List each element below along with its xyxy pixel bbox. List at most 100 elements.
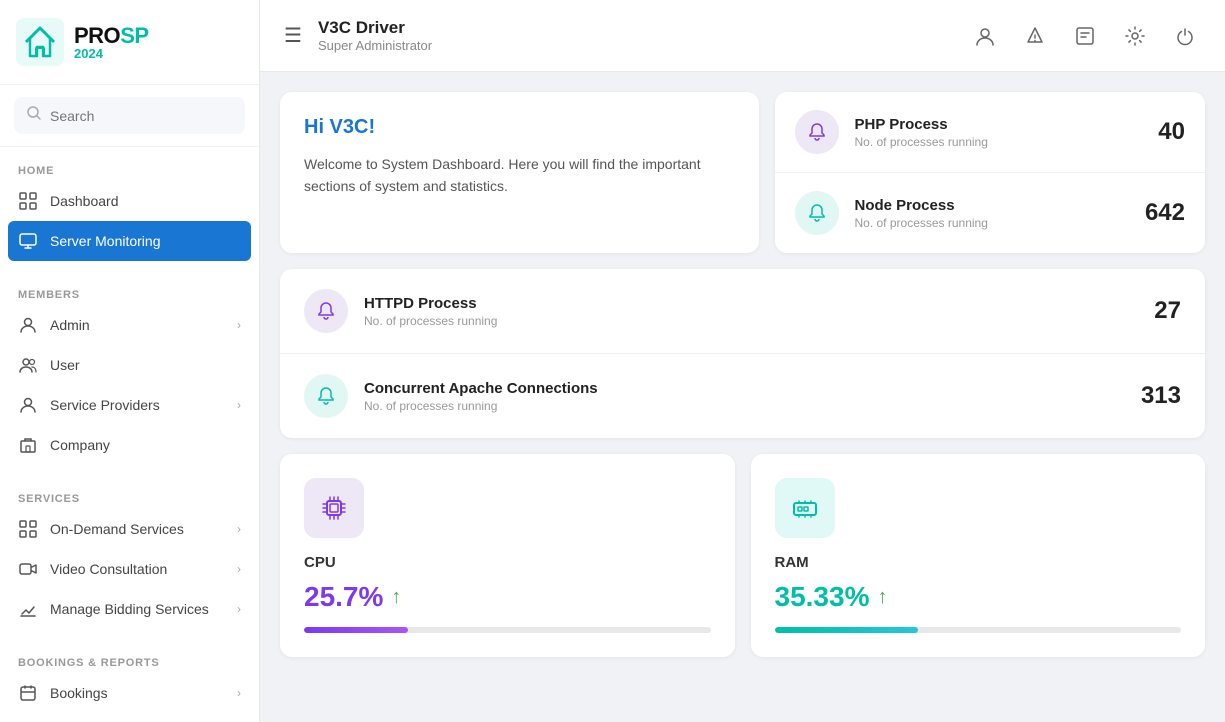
search-wrapper	[0, 85, 259, 147]
sidebar-item-on-demand-services[interactable]: On-Demand Services ›	[0, 509, 259, 549]
ram-icon	[790, 493, 820, 523]
row-1: Hi V3C! Welcome to System Dashboard. Her…	[280, 92, 1205, 253]
brand-name: PROSP	[74, 25, 149, 47]
ram-value: 35.33% ↑	[775, 581, 1182, 613]
sidebar: PROSP 2024 HOME Dashboard Server Monitor…	[0, 0, 260, 722]
ram-arrow-icon: ↑	[877, 586, 887, 609]
ram-card: RAM 35.33% ↑	[751, 454, 1206, 657]
manage-bidding-label: Manage Bidding Services	[50, 601, 225, 617]
topbar: ☰ V3C Driver Super Administrator	[260, 0, 1225, 72]
php-count: 40	[1158, 118, 1185, 146]
bookings-chevron: ›	[237, 686, 241, 700]
bell-httpd-icon	[315, 300, 337, 322]
section-label-members: MEMBERS	[0, 281, 259, 305]
section-label-services: SERVICES	[0, 485, 259, 509]
apache-count: 313	[1141, 382, 1181, 410]
calendar-icon	[18, 683, 38, 703]
ram-icon-wrap	[775, 478, 835, 538]
cpu-progress-wrap	[304, 627, 711, 633]
sidebar-item-video-consultation[interactable]: Video Consultation ›	[0, 549, 259, 589]
search-icon	[26, 105, 42, 126]
logo: PROSP 2024	[0, 0, 259, 85]
sidebar-item-server-monitoring[interactable]: Server Monitoring	[8, 221, 251, 261]
notes-icon-btn[interactable]	[1069, 20, 1101, 52]
section-label-bookings: BOOKINGS & REPORTS	[0, 649, 259, 673]
php-icon-wrap	[795, 110, 839, 154]
node-sub: No. of processes running	[855, 216, 1129, 230]
power-icon-btn[interactable]	[1169, 20, 1201, 52]
httpd-count: 27	[1154, 297, 1181, 325]
video-icon	[18, 559, 38, 579]
person-icon	[18, 315, 38, 335]
nav-section-services: SERVICES On-Demand Services › Video Cons…	[0, 475, 259, 639]
bid-icon	[18, 599, 38, 619]
welcome-greeting: Hi V3C!	[304, 116, 735, 139]
bell-teal-icon	[806, 202, 828, 224]
node-icon-wrap	[795, 191, 839, 235]
php-sub: No. of processes running	[855, 135, 1143, 149]
processes-card: PHP Process No. of processes running 40 …	[775, 92, 1206, 253]
sidebar-item-admin[interactable]: Admin ›	[0, 305, 259, 345]
topbar-icons	[969, 20, 1201, 52]
ram-progress-wrap	[775, 627, 1182, 633]
company-label: Company	[50, 437, 241, 453]
alert-icon-btn[interactable]	[1019, 20, 1051, 52]
cpu-value: 25.7% ↑	[304, 581, 711, 613]
welcome-message: Welcome to System Dashboard. Here you wi…	[304, 153, 735, 198]
monitor-icon	[18, 231, 38, 251]
service-providers-label: Service Providers	[50, 397, 225, 413]
cpu-arrow-icon: ↑	[391, 586, 401, 609]
node-process-item: Node Process No. of processes running 64…	[775, 173, 1206, 253]
admin-label: Admin	[50, 317, 225, 333]
sidebar-item-user[interactable]: User	[0, 345, 259, 385]
grid-icon	[18, 191, 38, 211]
nav-section-bookings: BOOKINGS & REPORTS Bookings ›	[0, 639, 259, 722]
node-count: 642	[1145, 199, 1185, 227]
logo-text: PROSP 2024	[74, 25, 149, 60]
sidebar-item-manage-bidding[interactable]: Manage Bidding Services ›	[0, 589, 259, 629]
apache-process-info: Concurrent Apache Connections No. of pro…	[364, 380, 1125, 413]
main-area: ☰ V3C Driver Super Administrator	[260, 0, 1225, 722]
video-chevron: ›	[237, 562, 241, 576]
group-icon	[18, 355, 38, 375]
nav-section-home: HOME Dashboard Server Monitoring	[0, 147, 259, 271]
httpd-process-item: HTTPD Process No. of processes running 2…	[280, 269, 1205, 354]
topbar-title: V3C Driver Super Administrator	[318, 18, 432, 53]
apache-label: Concurrent Apache Connections	[364, 380, 1125, 397]
sidebar-item-company[interactable]: Company	[0, 425, 259, 465]
ram-progress-bar	[775, 627, 919, 633]
video-consultation-label: Video Consultation	[50, 561, 225, 577]
welcome-card: Hi V3C! Welcome to System Dashboard. Her…	[280, 92, 759, 253]
sidebar-item-service-providers[interactable]: Service Providers ›	[0, 385, 259, 425]
on-demand-label: On-Demand Services	[50, 521, 225, 537]
cpu-label: CPU	[304, 554, 711, 571]
hamburger-icon[interactable]: ☰	[284, 23, 302, 48]
php-label: PHP Process	[855, 116, 1143, 133]
content-area: Hi V3C! Welcome to System Dashboard. Her…	[260, 72, 1225, 722]
sidebar-item-bookings[interactable]: Bookings ›	[0, 673, 259, 713]
cpu-percent: 25.7%	[304, 581, 383, 613]
dashboard-label: Dashboard	[50, 193, 241, 209]
admin-chevron: ›	[237, 318, 241, 332]
apps-icon	[18, 519, 38, 539]
bookings-label: Bookings	[50, 685, 225, 701]
sidebar-item-dashboard[interactable]: Dashboard	[0, 181, 259, 221]
apache-sub: No. of processes running	[364, 399, 1125, 413]
search-input[interactable]	[50, 108, 233, 124]
settings-icon-btn[interactable]	[1119, 20, 1151, 52]
cpu-icon-wrap	[304, 478, 364, 538]
node-process-info: Node Process No. of processes running	[855, 197, 1129, 230]
httpd-process-info: HTTPD Process No. of processes running	[364, 295, 1138, 328]
httpd-icon-wrap	[304, 289, 348, 333]
bell-icon	[806, 121, 828, 143]
service-providers-chevron: ›	[237, 398, 241, 412]
brand-year: 2024	[74, 47, 149, 60]
httpd-sub: No. of processes running	[364, 314, 1138, 328]
user-label: User	[50, 357, 241, 373]
apache-icon-wrap	[304, 374, 348, 418]
row-3: CPU 25.7% ↑ RAM 35.33% ↑	[280, 454, 1205, 657]
ram-label: RAM	[775, 554, 1182, 571]
user-icon-btn[interactable]	[969, 20, 1001, 52]
server-monitoring-label: Server Monitoring	[50, 233, 241, 249]
search-box[interactable]	[14, 97, 245, 134]
